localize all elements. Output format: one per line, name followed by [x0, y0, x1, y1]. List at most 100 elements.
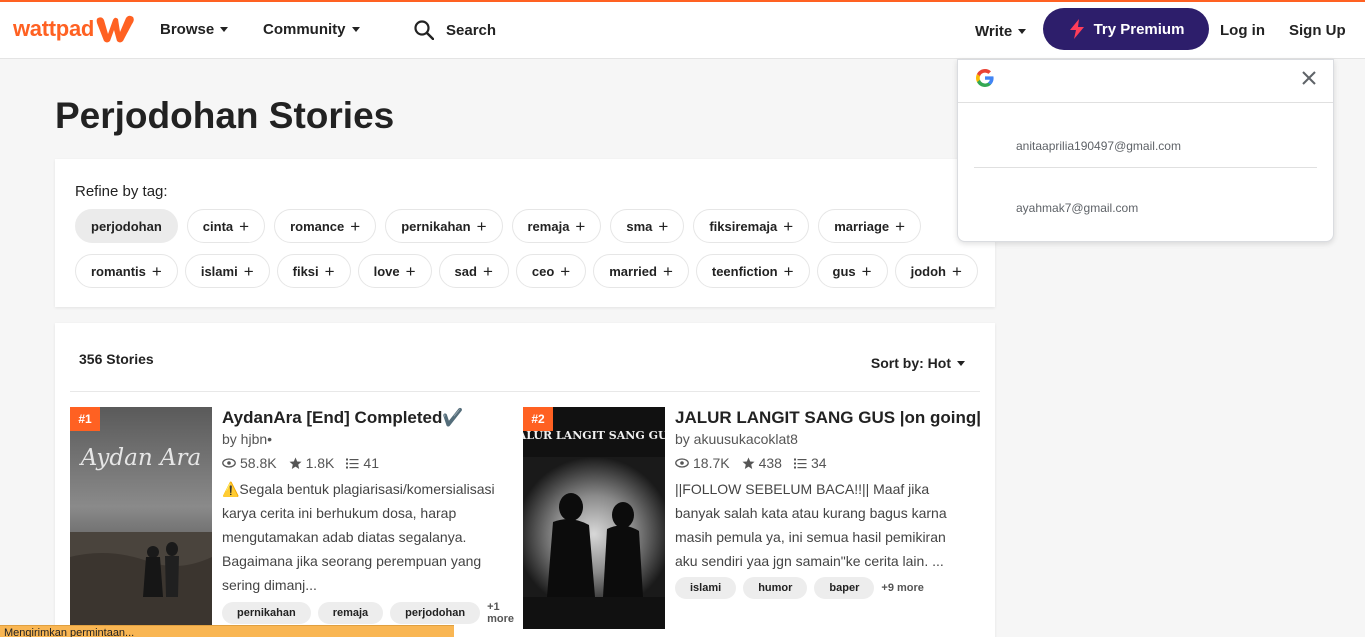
wattpad-logo[interactable]: wattpad: [13, 14, 136, 44]
story-info: AydanAra [End] Completed✔️ by hjbn• 58.8…: [222, 407, 514, 625]
plus-icon: +: [658, 216, 669, 236]
story-author[interactable]: by hjbn•: [222, 431, 512, 447]
signup-link[interactable]: Sign Up: [1289, 22, 1346, 39]
tag-filter-sma[interactable]: sma +: [610, 209, 685, 243]
tag-label: islami: [200, 263, 238, 279]
plus-icon: +: [151, 261, 162, 281]
page-title: Perjodohan Stories: [55, 95, 395, 136]
plus-icon: +: [324, 261, 335, 281]
more-tags-link[interactable]: +9 more: [881, 582, 924, 594]
tag-filter-ceo[interactable]: ceo +: [515, 254, 587, 288]
story-tag[interactable]: remaja: [317, 602, 384, 624]
try-premium-button[interactable]: Try Premium: [1043, 8, 1209, 50]
plus-icon: +: [895, 216, 906, 236]
reads-count: 58.8K: [240, 455, 277, 471]
browser-status-bar: Mengirimkan permintaan...: [0, 625, 454, 637]
login-link[interactable]: Log in: [1220, 22, 1265, 39]
google-popup-header: [958, 60, 1333, 103]
reads-count: 18.7K: [693, 455, 730, 471]
parts-stat: 41: [346, 455, 379, 471]
tag-label: cinta: [202, 218, 234, 234]
google-account-option[interactable]: ayahmak7@gmail.com: [974, 178, 1317, 238]
tag-filter-jodoh[interactable]: jodoh +: [894, 254, 978, 288]
tag-label: romance: [290, 218, 345, 234]
google-account-popup: anitaaprilia190497@gmail.com ayahmak7@gm…: [957, 59, 1334, 242]
plus-icon: +: [482, 261, 493, 281]
tag-filter-remaja[interactable]: remaja +: [511, 209, 602, 243]
write-label: Write: [975, 23, 1013, 40]
tag-label: marriage: [834, 218, 890, 234]
search-icon[interactable]: [414, 20, 434, 40]
tag-filter-marriage[interactable]: marriage +: [818, 209, 922, 243]
story-title[interactable]: JALUR LANGIT SANG GUS |on going|: [675, 407, 981, 429]
tag-filter-sad[interactable]: sad +: [438, 254, 509, 288]
account-email: anitaaprilia190497@gmail.com: [1016, 139, 1181, 153]
tag-filter-teenfiction[interactable]: teenfiction +: [695, 254, 810, 288]
tag-label: fiksiremaja: [709, 218, 778, 234]
tag-filter-romantis[interactable]: romantis +: [75, 254, 178, 288]
plus-icon: +: [350, 216, 361, 236]
tag-row-2: romantis + islami + fiksi + love + sad + ceo +…: [75, 254, 978, 288]
story-tag[interactable]: baper: [814, 577, 875, 599]
logo-text: wattpad: [13, 16, 95, 41]
more-tags-link[interactable]: +1 more: [487, 601, 514, 625]
story-author[interactable]: by akuusukacoklat8: [675, 431, 965, 447]
story-stats: 58.8K 1.8K 41: [222, 455, 512, 471]
browse-menu[interactable]: Browse: [160, 21, 229, 38]
plus-icon: +: [243, 261, 254, 281]
refine-label: Refine by tag:: [75, 183, 168, 200]
tag-filter-love[interactable]: love +: [357, 254, 432, 288]
lightning-icon: [1069, 19, 1084, 39]
tag-label: remaja: [527, 218, 570, 234]
tag-filter-cinta[interactable]: cinta +: [186, 209, 266, 243]
tag-label: ceo: [531, 263, 555, 279]
plus-icon: +: [952, 261, 962, 281]
plus-icon: +: [575, 216, 586, 236]
eye-icon: [222, 458, 236, 468]
tag-label: gus: [832, 263, 856, 279]
search-bar: [414, 20, 746, 40]
chevron-down-icon: [957, 360, 965, 366]
rank-badge: #2: [523, 407, 553, 431]
search-input[interactable]: [446, 21, 746, 39]
plus-icon: +: [405, 261, 416, 281]
write-menu[interactable]: Write: [975, 23, 1027, 40]
tag-label: fiksi: [292, 263, 319, 279]
sort-dropdown[interactable]: Sort by: Hot: [871, 355, 965, 371]
tag-label: sad: [454, 263, 477, 279]
divider: [974, 167, 1317, 168]
star-icon: [289, 457, 302, 469]
story-cover[interactable]: "JALUR LANGIT SANG GUS" #2: [523, 407, 665, 629]
tag-filter-romance[interactable]: romance +: [274, 209, 377, 243]
story-tag[interactable]: humor: [743, 577, 808, 599]
plus-icon: +: [783, 261, 794, 281]
tag-filter-islami[interactable]: islami +: [184, 254, 270, 288]
login-label: Log in: [1220, 22, 1265, 39]
plus-icon: +: [476, 216, 487, 236]
story-tag[interactable]: islami: [675, 577, 737, 599]
tag-filter-fiksiremaja[interactable]: fiksiremaja +: [693, 209, 810, 243]
tag-filter-fiksi[interactable]: fiksi +: [276, 254, 351, 288]
plus-icon: +: [560, 261, 571, 281]
close-icon[interactable]: [1301, 70, 1317, 86]
premium-label: Try Premium: [1093, 20, 1185, 38]
chevron-down-icon: [351, 27, 360, 32]
story-tag[interactable]: pernikahan: [222, 602, 311, 624]
google-icon: [976, 69, 994, 87]
tag-label: perjodohan: [91, 218, 162, 234]
story-title[interactable]: AydanAra [End] Completed✔️: [222, 407, 512, 429]
story-tag[interactable]: perjodohan: [390, 602, 481, 624]
tag-filter-gus[interactable]: gus +: [816, 254, 888, 288]
tag-filter-married[interactable]: married +: [593, 254, 689, 288]
tag-label: married: [609, 263, 657, 279]
tag-filter-pernikahan[interactable]: pernikahan +: [385, 209, 503, 243]
tag-filter-perjodohan[interactable]: perjodohan: [75, 209, 178, 243]
story-description: ||FOLLOW SEBELUM BACA!!|| Maaf jika bany…: [675, 481, 947, 569]
plus-icon: +: [783, 216, 794, 236]
story-info: JALUR LANGIT SANG GUS |on going| by akuu…: [675, 407, 981, 599]
cover-image: Aydan Ara: [70, 407, 212, 629]
community-menu[interactable]: Community: [263, 21, 360, 38]
story-cover[interactable]: Aydan Ara #1: [70, 407, 212, 629]
story-description: ⚠️Segala bentuk plagiarisasi/komersialis…: [222, 481, 495, 593]
votes-stat: 438: [742, 455, 782, 471]
